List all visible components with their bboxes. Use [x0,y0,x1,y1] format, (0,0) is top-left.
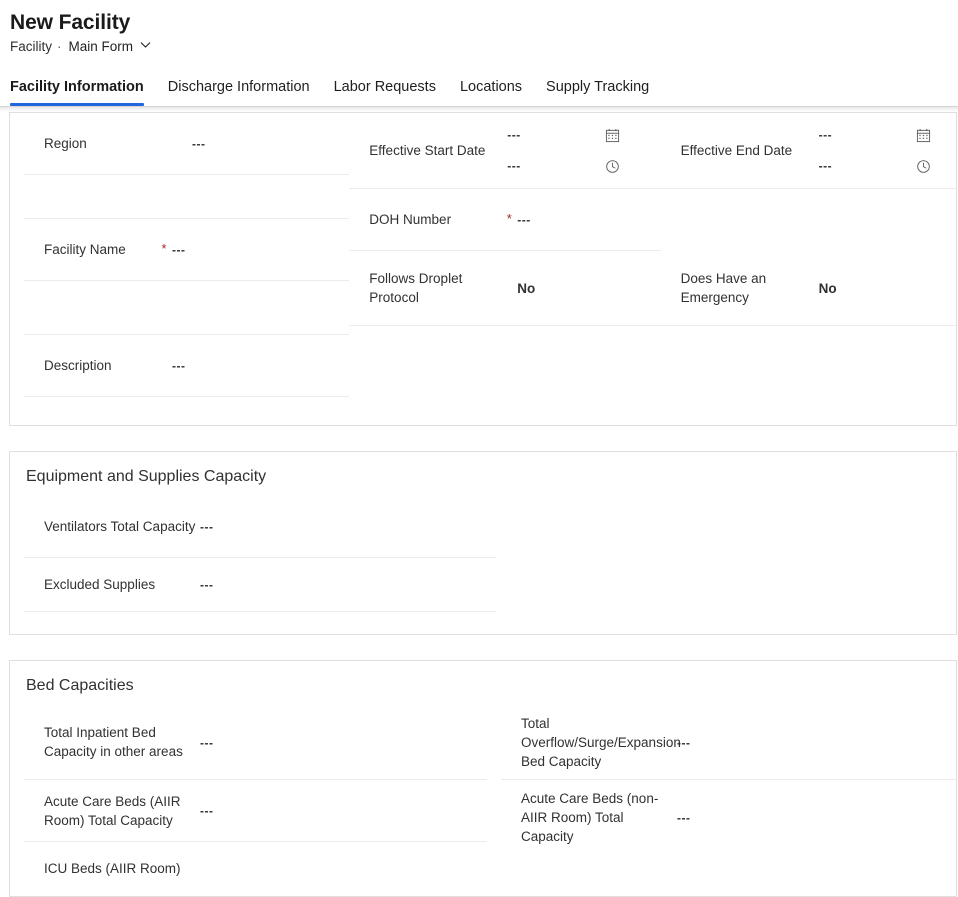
field-label-total-inpatient-bed-capacity-in-other-areas: Total Inpatient Bed Capacity in other ar… [44,725,183,759]
field-description[interactable]: Description * --- [24,335,350,397]
equipment-bottom-pad [24,612,496,634]
field-label-excluded-supplies: Excluded Supplies [44,577,156,592]
bed-capacities-column-left: Total Inpatient Bed Capacity in other ar… [10,705,487,896]
facility-details-column-middle: Effective Start Date --- --- DOH Number … [349,113,661,425]
effective-start-date-row: --- [501,125,660,145]
calendar-icon[interactable] [601,125,623,145]
effective-start-date-inputs: --- --- [501,125,660,176]
required-marker-region: * [176,133,192,152]
field-acute-care-beds-non-aiir-room-total-capacity[interactable]: Acute Care Beds (non-AIIR Room) Total Ca… [501,780,956,855]
page-title: New Facility [10,11,131,34]
field-label-total-overflow-surge-expansion-bed-capacity: Total Overflow/Surge/Expansion Bed Capac… [521,715,681,769]
breadcrumb: Facility · Main Form [10,38,958,56]
clock-icon[interactable] [913,156,935,176]
effective-end-date-row: --- [813,125,956,145]
field-spacer-right-1 [661,189,956,251]
chevron-down-icon[interactable] [140,41,151,49]
form-header: New Facility Facility · Main Form [0,0,958,56]
form-selector[interactable]: Main Form [69,38,134,56]
field-excluded-supplies[interactable]: Excluded Supplies --- [24,558,496,612]
section-bed-capacities: Bed Capacities Total Inpatient Bed Capac… [9,660,957,897]
required-marker-follows-droplet-protocol: * [501,278,517,297]
equipment-column-right-empty [496,496,956,634]
field-value-does-have-an-emergency: No [818,280,837,296]
field-total-inpatient-bed-capacity-in-other-areas[interactable]: Total Inpatient Bed Capacity in other ar… [24,705,487,780]
field-label-acute-care-beds-non-aiir-room-total-capacity: Acute Care Beds (non-AIIR Room) Total Ca… [521,790,659,844]
facility-details-column-left: Region * --- Facility Name * --- Descrip… [10,113,350,425]
field-value-total-inpatient-bed-capacity-in-other-areas: --- [200,735,214,750]
field-label-effective-start-date: Effective Start Date [369,143,486,158]
tab-supply-tracking[interactable]: Supply Tracking [546,77,649,106]
field-label-follows-droplet-protocol: Follows Droplet Protocol [369,271,463,305]
bed-capacities-column-right: Total Overflow/Surge/Expansion Bed Capac… [487,705,956,896]
section-title-bed-capacities: Bed Capacities [26,677,134,694]
field-label-ventilators-total-capacity: Ventilators Total Capacity [44,519,196,534]
required-marker-description: * [156,355,172,374]
column-left-bottom-pad [24,397,349,425]
field-spacer-left-1 [24,175,350,219]
field-label-acute-care-beds-aiir-room-total-capacity: Acute Care Beds (AIIR Room) Total Capaci… [44,793,181,828]
section-equipment-and-supplies-capacity: Equipment and Supplies Capacity Ventilat… [9,451,957,635]
field-ventilators-total-capacity[interactable]: Ventilators Total Capacity --- [24,496,496,558]
section-title-equipment: Equipment and Supplies Capacity [26,468,267,485]
form-body: Region * --- Facility Name * --- Descrip… [0,112,958,897]
field-value-effective-start-date: --- [507,128,521,142]
field-icu-beds-aiir-room[interactable]: ICU Beds (AIIR Room) [24,842,487,896]
field-label-doh-number: DOH Number [369,212,452,227]
field-value-effective-end-date: --- [818,128,833,142]
tab-facility-information[interactable]: Facility Information [10,77,144,106]
field-value-effective-start-time: --- [507,159,521,173]
field-value-excluded-supplies: --- [200,578,214,592]
breadcrumb-separator: · [57,39,62,54]
field-region[interactable]: Region * --- [24,113,350,175]
field-does-have-an-emergency[interactable]: Does Have an Emergency No [660,251,956,326]
equipment-columns: Ventilators Total Capacity --- Excluded … [10,496,956,634]
field-value-acute-care-beds-non-aiir-room-total-capacity: --- [677,810,691,825]
equipment-column-left: Ventilators Total Capacity --- Excluded … [10,496,496,634]
effective-end-time-row: --- [813,156,956,176]
field-label-description: Description [44,358,112,373]
facility-details-columns: Region * --- Facility Name * --- Descrip… [10,113,956,425]
breadcrumb-entity: Facility [10,39,53,54]
field-facility-name[interactable]: Facility Name * --- [24,219,350,281]
field-acute-care-beds-aiir-room-total-capacity[interactable]: Acute Care Beds (AIIR Room) Total Capaci… [24,780,487,842]
field-value-ventilators-total-capacity: --- [200,520,214,534]
effective-start-time-row: --- [501,156,660,176]
field-label-region: Region [44,136,87,151]
field-label-does-have-an-emergency: Does Have an Emergency [680,271,767,305]
form-tab-bar: Facility Information Discharge Informati… [0,72,958,106]
field-doh-number[interactable]: DOH Number * --- [349,189,661,251]
field-effective-start-date[interactable]: Effective Start Date --- --- [349,113,661,189]
required-marker-facility-name: * [161,241,167,256]
facility-details-column-right: Effective End Date --- --- Does Have an … [660,113,956,425]
field-label-effective-end-date: Effective End Date [680,143,793,158]
field-total-overflow-surge-expansion-bed-capacity[interactable]: Total Overflow/Surge/Expansion Bed Capac… [501,705,956,780]
field-value-region: --- [192,137,206,151]
bed-capacities-columns: Total Inpatient Bed Capacity in other ar… [10,705,956,896]
column-right-bottom-pad [661,326,956,422]
field-value-doh-number: --- [517,213,531,227]
column-middle-bottom-pad [349,326,660,422]
tab-locations[interactable]: Locations [460,77,522,106]
field-label-facility-name: Facility Name [44,242,126,257]
field-value-effective-end-time: --- [818,159,833,173]
field-effective-end-date[interactable]: Effective End Date --- --- [660,113,956,189]
clock-icon[interactable] [601,156,623,176]
field-label-icu-beds-aiir-room: ICU Beds (AIIR Room) [44,861,181,876]
field-value-description: --- [172,359,186,373]
field-follows-droplet-protocol[interactable]: Follows Droplet Protocol * No [349,251,661,326]
field-value-follows-droplet-protocol: No [517,280,536,296]
tab-labor-requests[interactable]: Labor Requests [334,77,436,106]
field-value-facility-name: --- [172,243,186,257]
tab-discharge-information[interactable]: Discharge Information [168,77,310,106]
required-marker-doh-number: * [506,211,512,226]
field-value-acute-care-beds-aiir-room-total-capacity: --- [200,804,214,818]
field-value-total-overflow-surge-expansion-bed-capacity: --- [677,735,691,750]
field-spacer-left-2 [24,281,350,335]
calendar-icon[interactable] [913,125,935,145]
effective-end-date-inputs: --- --- [813,125,956,176]
section-facility-details: Region * --- Facility Name * --- Descrip… [9,112,957,426]
